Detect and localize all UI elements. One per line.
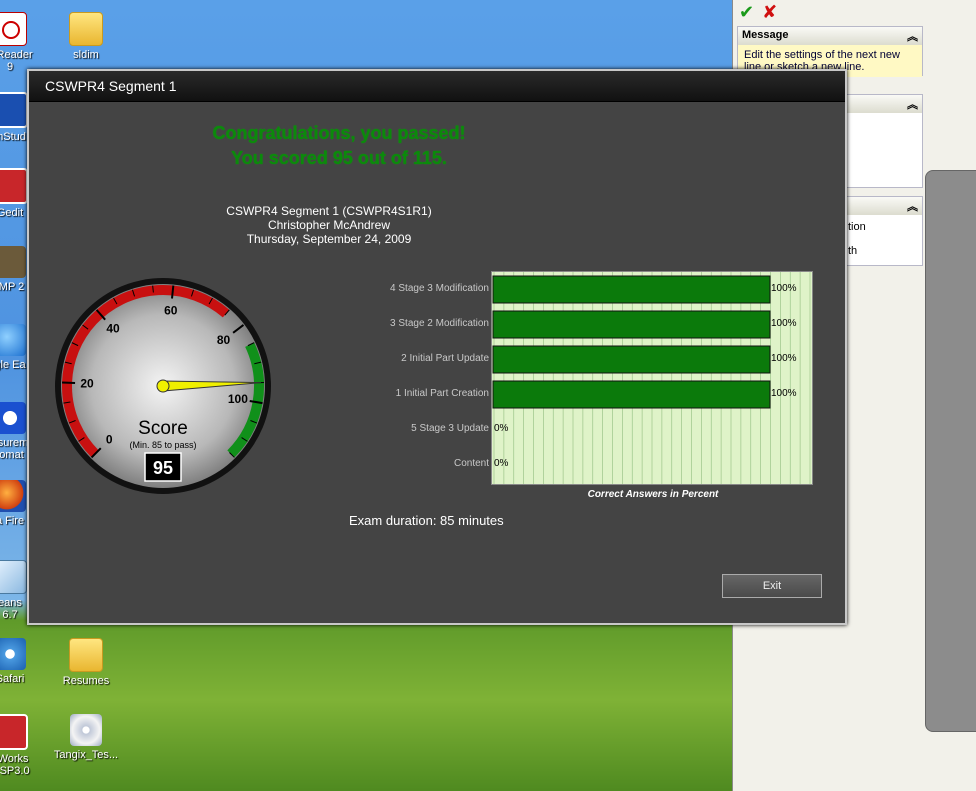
gauge-tick-label: 0: [106, 433, 113, 447]
exit-button[interactable]: Exit: [722, 574, 822, 598]
chart-category-label: 1 Initial Part Creation: [395, 388, 489, 399]
gauge-tick: [152, 285, 154, 293]
folder-icon: [69, 638, 103, 672]
exam-result-dialog: CSWPR4 Segment 1 Congratulations, you pa…: [27, 69, 847, 625]
collapse-chevron-icon[interactable]: ︽: [907, 96, 918, 112]
fox-icon: [0, 480, 26, 512]
gauge-tick-label: 20: [80, 376, 94, 390]
exam-duration: Exam duration: 85 minutes: [349, 513, 504, 528]
globe-icon: [0, 324, 26, 356]
collapse-chevron-icon[interactable]: ︽: [907, 198, 918, 214]
chart-category-label: Content: [453, 458, 489, 469]
gauge-title: Score: [138, 418, 188, 439]
gauge-subtitle: (Min. 85 to pass): [129, 440, 196, 450]
gauge-tick-label: 40: [106, 322, 120, 336]
chart-value-label: 100%: [771, 353, 797, 364]
gauge-value: 95: [153, 458, 173, 478]
chart-category-label: 5 Stage 3 Update: [411, 423, 489, 434]
chart-value-label: 100%: [771, 318, 797, 329]
gimp-icon: [0, 246, 26, 278]
ok-check-icon[interactable]: ✔: [739, 2, 754, 23]
desktop-icon[interactable]: Tangix_Tes...: [50, 714, 122, 761]
chart-category-label: 4 Stage 3 Modification: [390, 283, 489, 294]
score-gauge: 0 20 40 60 80 100 Score (Min. 85 to pass) 95: [55, 278, 271, 494]
desktop-icon-label: sldim: [73, 49, 99, 61]
side-tab[interactable]: [925, 170, 976, 732]
desktop-icon-label: Safari: [0, 673, 25, 685]
gauge-tick-label: 100: [228, 392, 248, 406]
chart-bar: [492, 275, 771, 304]
cancel-x-icon[interactable]: ✘: [762, 2, 777, 23]
desktop-icon-label: Resumes: [62, 675, 110, 687]
desktop-icon[interactable]: dWorks 9 SP3.0: [0, 714, 46, 777]
chart-category-label: 2 Initial Part Update: [401, 353, 489, 364]
cd-icon: [70, 714, 102, 746]
candidate-name: Christopher McAndrew: [267, 218, 391, 232]
folder-icon: [69, 12, 103, 46]
chart-value-label: 0%: [494, 423, 509, 434]
chart-bar: [492, 310, 771, 339]
cube-icon: [0, 560, 27, 594]
dialog-titlebar[interactable]: CSWPR4 Segment 1: [29, 71, 845, 102]
chart-value-label: 0%: [494, 458, 509, 469]
sw-icon: [0, 714, 28, 750]
chart-category-label: 3 Stage 2 Modification: [390, 318, 489, 329]
pdf-icon: [0, 12, 27, 46]
chart-bar: [492, 380, 771, 409]
message-title: Message: [742, 29, 789, 41]
desktop-icon[interactable]: Safari: [0, 638, 46, 685]
collapse-chevron-icon[interactable]: ︽: [907, 28, 918, 44]
desktop-icon[interactable]: Resumes: [50, 638, 122, 687]
option-text-tion: tion: [848, 221, 866, 233]
chart-bar: [492, 345, 771, 374]
congrats-headline: Congratulations, you passed!: [212, 123, 466, 143]
results-bar-chart: [491, 271, 813, 485]
gauge-tick-label: 60: [164, 303, 178, 317]
option-text-th: th: [848, 245, 858, 257]
panel-toolbar: ✔ ✘: [733, 0, 976, 24]
gauge-tick: [171, 285, 175, 299]
bar-chart-svg: [492, 272, 811, 484]
chart-value-label: 100%: [771, 388, 797, 399]
gauge-hub: [156, 379, 170, 393]
desktop-icon[interactable]: sldim: [50, 12, 122, 61]
score-headline: You scored 95 out of 115.: [231, 148, 447, 168]
chart-axis-label: Correct Answers in Percent: [587, 489, 719, 500]
desktop-icon[interactable]: e Reader 9: [0, 12, 46, 73]
blueapp-icon: [0, 92, 28, 128]
chart-value-label: 100%: [771, 283, 797, 294]
desktop-icon-label: dWorks 9 SP3.0: [0, 753, 30, 777]
redapp-icon: [0, 168, 28, 204]
message-header[interactable]: Message ︽: [738, 27, 922, 45]
safari-icon: [0, 638, 26, 670]
exam-name: CSWPR4 Segment 1 (CSWPR4S1R1): [226, 204, 432, 218]
gauge-tick-label: 80: [217, 333, 231, 347]
desktop-icon-label: Tangix_Tes...: [53, 749, 119, 761]
xicon-icon: [0, 402, 26, 434]
exam-date: Thursday, September 24, 2009: [246, 232, 412, 246]
